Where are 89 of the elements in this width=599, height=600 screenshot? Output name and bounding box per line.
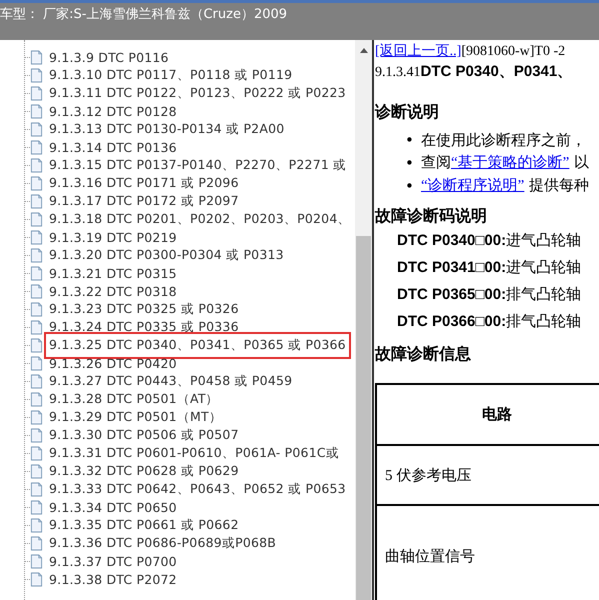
scrollbar[interactable] [355,40,372,600]
document-icon [30,86,43,100]
document-icon [30,140,43,154]
bullet: • [405,130,415,151]
tree-item[interactable]: 9.1.3.19 DTC P0219 [48,228,178,246]
tree-item[interactable]: 9.1.3.11 DTC P0122、P0123、P0222 或 P0223 [48,84,347,102]
dtc-description: 进气凸轮轴 [506,258,582,276]
document-icon [30,482,43,496]
document-icon [30,68,43,82]
tree-item[interactable]: 9.1.3.22 DTC P0318 [48,282,178,300]
document-icon [30,194,43,208]
tree-item[interactable]: 9.1.3.29 DTC P0501（MT） [48,408,224,426]
tree-item[interactable]: 9.1.3.37 DTC P0700 [48,552,178,570]
tree-item[interactable]: 9.1.3.34 DTC P0650 [48,498,178,516]
tree-item[interactable]: 9.1.3.9 DTC P0116 [48,48,170,66]
doc-link[interactable]: “诊断程序说明” [421,178,524,194]
document-title: DTC P0340、P0341、 [420,63,572,80]
document-icon [30,446,43,460]
tree-item[interactable]: 9.1.3.17 DTC P0172 或 P2097 [48,192,240,210]
document-icon [30,338,43,352]
doc-link[interactable]: “基于策略的诊断” [451,155,570,171]
tree-item[interactable]: 9.1.3.14 DTC P0136 [48,138,178,156]
dtc-code: DTC P0366□00: [397,313,506,330]
table-cell-text: 5 伏参考电压 [385,466,472,484]
document-icon [30,518,43,532]
bullet-text: 查阅“基于策略的诊断” 以 [421,152,590,173]
tree-item[interactable]: 9.1.3.21 DTC P0315 [48,264,178,282]
dtc-code: DTC P0365□00: [397,286,506,303]
tree-item[interactable]: 9.1.3.38 DTC P2072 [48,570,178,588]
tree-item[interactable]: 9.1.3.28 DTC P0501（AT） [48,390,220,408]
scroll-up-icon[interactable] [360,48,368,53]
document-icon [30,554,43,568]
tree-item[interactable]: 9.1.3.15 DTC P0137-P0140、P2270、P2271 或 [48,156,348,174]
tree-item[interactable]: 9.1.3.33 DTC P0642、P0643、P0652 或 P0653 [48,480,347,498]
tree-item[interactable]: 9.1.3.32 DTC P0628 或 P0629 [48,462,240,480]
document-icon [30,248,43,262]
table-cell: 曲轴位置信号 [385,546,475,566]
tree-item[interactable]: 9.1.3.36 DTC P0686-P0689或P068B [48,534,278,552]
document-icon [30,212,43,226]
document-icon [30,302,43,316]
document-id: [9081060-w]T0 -2 [461,44,566,59]
document-icon [30,500,43,514]
tree-item[interactable]: 9.1.3.12 DTC P0128 [48,102,178,120]
document-icon [30,572,43,586]
section-heading: 故障诊断码说明 [375,205,488,227]
dtc-description: 进气凸轮轴 [506,231,582,249]
vehicle-title: 车型： 厂家:S-上海雪佛兰科鲁兹（Cruze）2009 [0,7,288,23]
document-icon [30,50,43,64]
section-number: 9.1.3.41 [375,65,420,80]
dtc-code: DTC P0340□00: [397,232,506,249]
tree-item[interactable]: 9.1.3.31 DTC P0601-P0610、P061A- P061C或 [48,444,340,462]
tree-item[interactable]: 9.1.3.13 DTC P0130-P0134 或 P2A00 [48,120,286,138]
tree-item[interactable]: 9.1.3.18 DTC P0201、P0202、P0203、P0204、 [48,210,352,228]
document-icon [30,428,43,442]
document-icon [30,320,43,334]
back-link[interactable]: [返回上一页..] [375,44,462,59]
tree-item[interactable]: 9.1.3.26 DTC P0420 [48,354,178,372]
bullet: • [405,176,415,196]
dtc-code: DTC P0341□00: [397,259,506,276]
tree-item[interactable]: 9.1.3.27 DTC P0443、P0458 或 P0459 [48,372,294,390]
tree-item[interactable]: 9.1.3.20 DTC P0300-P0304 或 P0313 [48,246,285,264]
scroll-thumb[interactable] [356,236,371,600]
tree-item[interactable]: 9.1.3.10 DTC P0117、P0118 或 P0119 [48,66,294,84]
dtc-description: 排气凸轮轴 [506,312,582,330]
document-icon [30,158,43,172]
section-heading: 诊断说明 [375,101,440,123]
document-icon [30,122,43,136]
document-icon [30,374,43,388]
tree-item[interactable]: 9.1.3.16 DTC P0171 或 P2096 [48,174,240,192]
document-icon [30,176,43,190]
dtc-description: 排气凸轮轴 [506,285,582,303]
document-icon [30,230,43,244]
document-icon [30,536,43,550]
document-icon [30,392,43,406]
document-icon [30,410,43,424]
tree-item[interactable]: 9.1.3.24 DTC P0335 或 P0336 [48,318,240,336]
section-heading: 故障诊断信息 [375,343,472,365]
document-icon [30,356,43,370]
document-icon [30,464,43,478]
bullet: • [405,152,415,174]
document-icon [30,104,43,118]
tree-item[interactable]: 9.1.3.30 DTC P0506 或 P0507 [48,426,240,444]
document-icon [30,284,43,298]
bullet-text: “诊断程序说明” 提供每种 [421,175,590,196]
tree-item[interactable]: 9.1.3.35 DTC P0661 或 P0662 [48,516,240,534]
bullet-text: 在使用此诊断程序之前， [421,130,586,151]
column-header: 电路 [482,405,513,424]
document-icon [30,266,43,280]
tree-item[interactable]: 9.1.3.23 DTC P0325 或 P0326 [48,300,240,318]
